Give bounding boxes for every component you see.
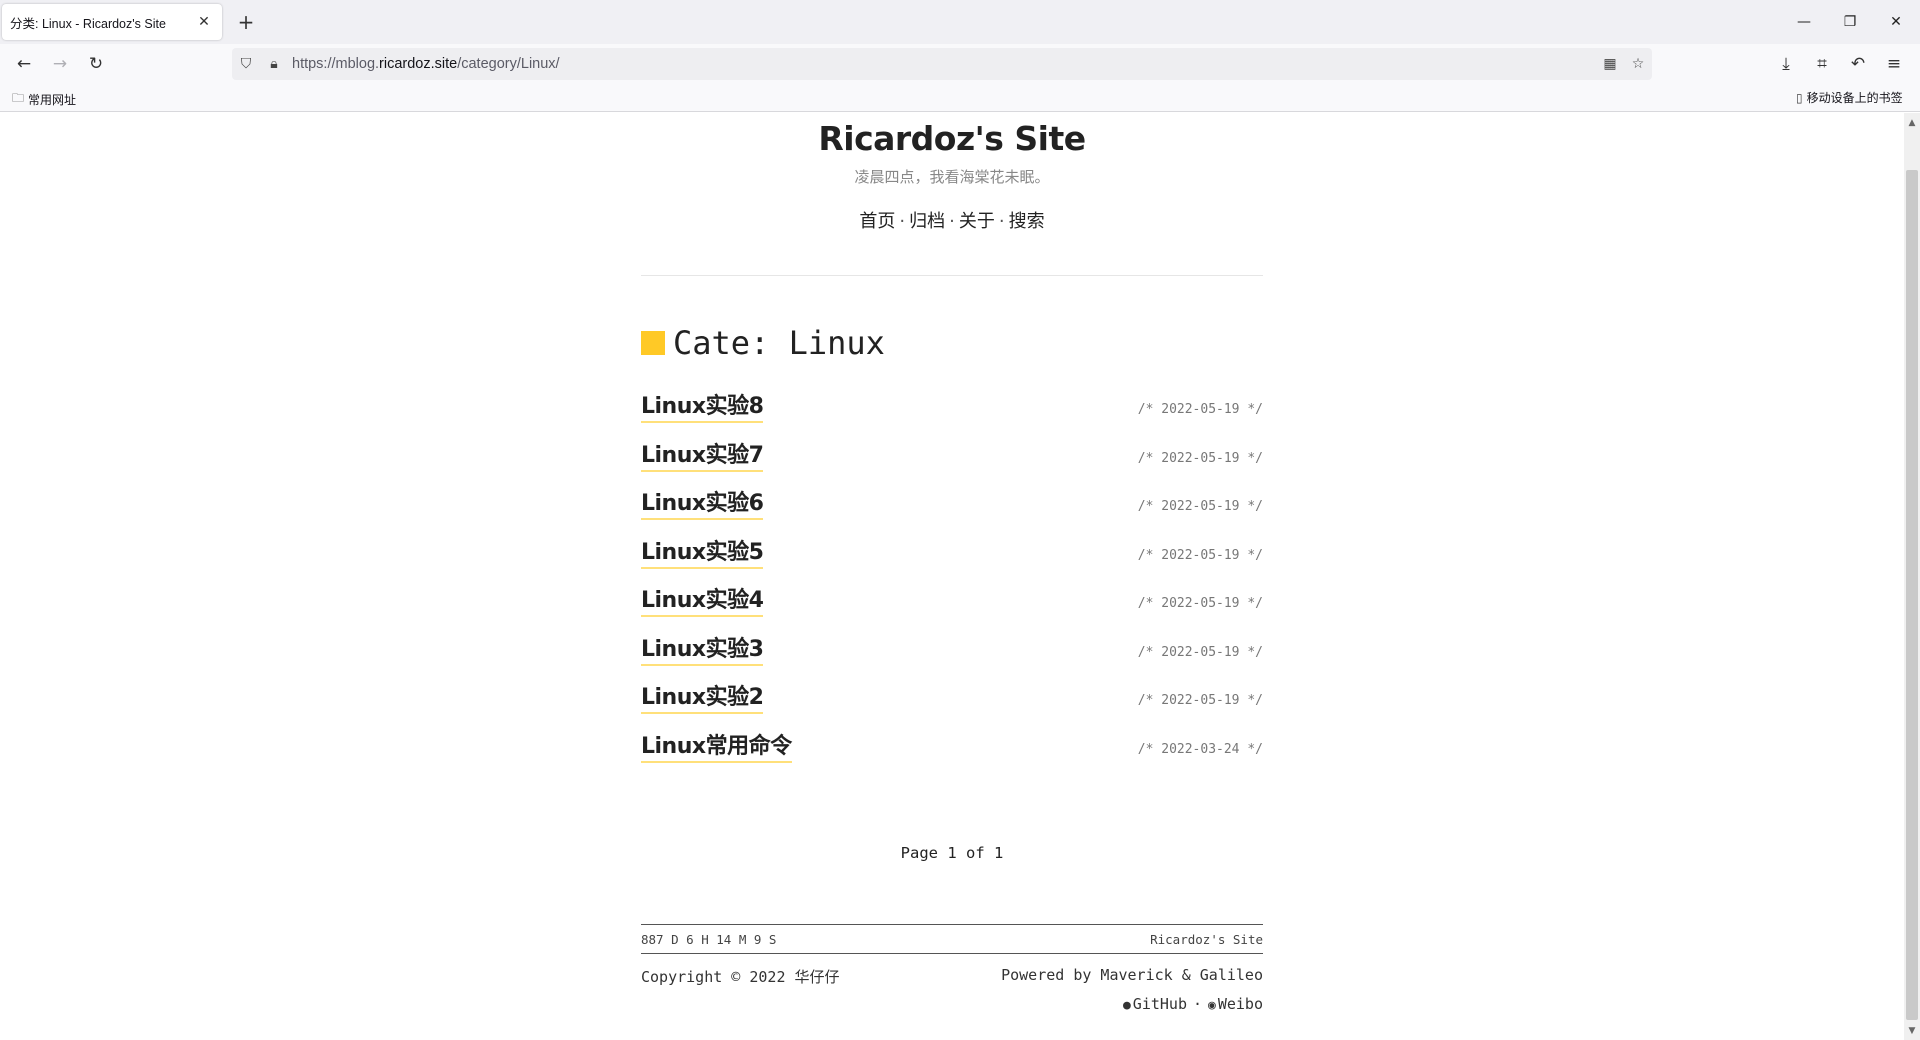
post-date: /* 2022-05-19 */ — [1137, 402, 1263, 417]
lock-icon[interactable]: 🔒︎ — [260, 50, 288, 78]
weibo-link[interactable]: ◉ Weibo — [1208, 995, 1263, 1013]
uptime-counter: 887 D 6 H 14 M 9 S — [641, 932, 777, 947]
social-links: ● GitHub · ◉ Weibo — [641, 995, 1263, 1013]
post-date: /* 2022-05-19 */ — [1137, 596, 1263, 611]
bookmark-folder-mobile[interactable]: ▯ 移动设备上的书签 — [1796, 89, 1903, 106]
forward-arrow-icon[interactable]: → — [46, 52, 74, 76]
shield-icon[interactable]: ⛉ — [232, 50, 260, 78]
scrollbar-thumb[interactable] — [1906, 170, 1918, 1020]
list-item: Linux实验2 /* 2022-05-19 */ — [641, 679, 1263, 728]
reload-icon[interactable]: ↻ — [82, 52, 110, 76]
url-path: /category/Linux/ — [457, 56, 560, 72]
bookmark-folder-common[interactable]: 🗀 常用网址 — [12, 89, 76, 110]
copyright: Copyright © 2022 华仔仔 — [641, 968, 840, 986]
nav-separator: · — [949, 211, 955, 232]
post-title-link[interactable]: Linux实验7 — [641, 437, 764, 472]
post-date: /* 2022-05-19 */ — [1137, 644, 1263, 660]
download-icon[interactable]: ⤓ — [1772, 52, 1800, 76]
site-nav: 首页 · 归档 · 关于 · 搜索 — [641, 207, 1263, 233]
nav-separator: · — [998, 211, 1005, 232]
bookmark-star-icon[interactable]: ☆ — [1624, 50, 1652, 78]
post-title-link[interactable]: Linux实验2 — [641, 679, 764, 714]
post-date: /* 2022-05-19 */ — [1137, 547, 1263, 563]
mobile-device-icon: ▯ — [1796, 90, 1803, 105]
link-separator: · — [1192, 995, 1203, 1013]
browser-tab[interactable]: 分类: Linux - Ricardoz's Site ✕ — [2, 4, 222, 40]
category-marker — [641, 331, 665, 355]
url-text[interactable]: https://mblog.ricardoz.site/category/Lin… — [288, 56, 1596, 72]
page-content: Ricardoz's Site 凌晨四点，我看海棠花未眠。 首页 · 归档 · 关于 · 搜… — [641, 113, 1263, 1013]
nav-search[interactable]: 搜索 — [1009, 211, 1045, 232]
list-item: Linux实验5 /* 2022-05-19 */ — [641, 534, 1263, 583]
folder-icon: 🗀 — [12, 91, 25, 105]
list-item: Linux常用命令 /* 2022-03-24 */ — [641, 728, 1263, 777]
hamburger-menu-icon[interactable]: ≡ — [1880, 52, 1908, 76]
post-title-link[interactable]: Linux实验8 — [641, 388, 764, 423]
footer-site-name: Ricardoz's Site — [1150, 932, 1263, 947]
list-item: Linux实验6 /* 2022-05-19 */ — [641, 485, 1263, 534]
github-link[interactable]: ● GitHub — [1123, 995, 1187, 1013]
tab-bar: 分类: Linux - Ricardoz's Site ✕ + — ❐ ✕ — [0, 0, 1920, 44]
category-title: Cate: Linux — [673, 324, 885, 362]
tab-title: 分类: Linux - Ricardoz's Site — [10, 16, 166, 31]
screenshot-icon[interactable]: ⌗ — [1808, 52, 1836, 76]
nav-about[interactable]: 关于 — [959, 211, 995, 232]
post-title-link[interactable]: Linux实验5 — [641, 534, 764, 569]
minimize-icon[interactable]: — — [1790, 8, 1818, 36]
list-item: Linux实验3 /* 2022-05-19 */ — [641, 631, 1263, 680]
footer-status-row: 887 D 6 H 14 M 9 S Ricardoz's Site — [641, 925, 1263, 954]
qr-code-icon[interactable]: ▦ — [1596, 50, 1624, 78]
category-heading: Cate: Linux — [641, 324, 1263, 362]
post-list: Linux实验8 /* 2022-05-19 */ Linux实验7 /* 20… — [641, 388, 1263, 776]
footer: 887 D 6 H 14 M 9 S Ricardoz's Site Copyr… — [641, 924, 1263, 1013]
list-item: Linux实验8 /* 2022-05-19 */ — [641, 388, 1263, 437]
scroll-up-icon[interactable]: ▲ — [1906, 116, 1918, 130]
url-bar[interactable]: ⛉ 🔒︎ https://mblog.ricardoz.site/categor… — [232, 48, 1652, 80]
nav-separator: · — [899, 211, 906, 232]
back-arrow-icon[interactable]: ← — [10, 52, 38, 76]
bookmarks-bar: 🗀 常用网址 ▯ 移动设备上的书签 — [0, 84, 1920, 112]
post-date: /* 2022-05-19 */ — [1137, 693, 1263, 708]
navigation-toolbar: ← → ↻ ⛉ 🔒︎ https://mblog.ricardoz.site/c… — [0, 44, 1920, 84]
nav-home[interactable]: 首页 — [859, 211, 895, 232]
powered-by[interactable]: Powered by Maverick & Galileo — [1001, 966, 1263, 987]
post-title-link[interactable]: Linux实验6 — [641, 485, 764, 520]
post-title-link[interactable]: Linux常用命令 — [641, 728, 792, 763]
close-window-icon[interactable]: ✕ — [1882, 8, 1910, 36]
pagination-text: Page 1 of 1 — [900, 844, 1004, 862]
site-title[interactable]: Ricardoz's Site — [641, 119, 1263, 158]
github-icon: ● — [1122, 998, 1131, 1013]
url-prefix: https://mblog. — [292, 56, 380, 72]
github-label: GitHub — [1132, 995, 1187, 1013]
footer-info-row: Copyright © 2022 华仔仔 Powered by Maverick… — [641, 966, 1263, 987]
weibo-icon: ◉ — [1208, 998, 1216, 1013]
weibo-label: Weibo — [1217, 995, 1263, 1013]
post-title-link[interactable]: Linux实验4 — [641, 582, 764, 617]
new-tab-icon[interactable]: + — [234, 10, 258, 34]
list-item: Linux实验7 /* 2022-05-19 */ — [641, 437, 1263, 486]
list-item: Linux实验4 /* 2022-05-19 */ — [641, 582, 1263, 631]
post-date: /* 2022-03-24 */ — [1137, 741, 1263, 757]
nav-archive[interactable]: 归档 — [909, 211, 945, 232]
header-divider — [641, 275, 1263, 276]
bookmark-label: 常用网址 — [28, 93, 77, 107]
post-date: /* 2022-05-19 */ — [1137, 499, 1263, 514]
close-tab-icon[interactable]: ✕ — [194, 12, 214, 32]
restore-icon[interactable]: ❐ — [1836, 8, 1864, 36]
bookmark-label: 移动设备上的书签 — [1806, 91, 1903, 105]
scroll-down-icon[interactable]: ▼ — [1906, 1024, 1918, 1038]
undo-icon[interactable]: ↶ — [1844, 52, 1872, 76]
site-subtitle: 凌晨四点，我看海棠花未眠。 — [854, 168, 1050, 186]
url-host: ricardoz.site — [379, 56, 458, 72]
post-date: /* 2022-05-19 */ — [1137, 450, 1263, 466]
post-title-link[interactable]: Linux实验3 — [641, 631, 764, 666]
